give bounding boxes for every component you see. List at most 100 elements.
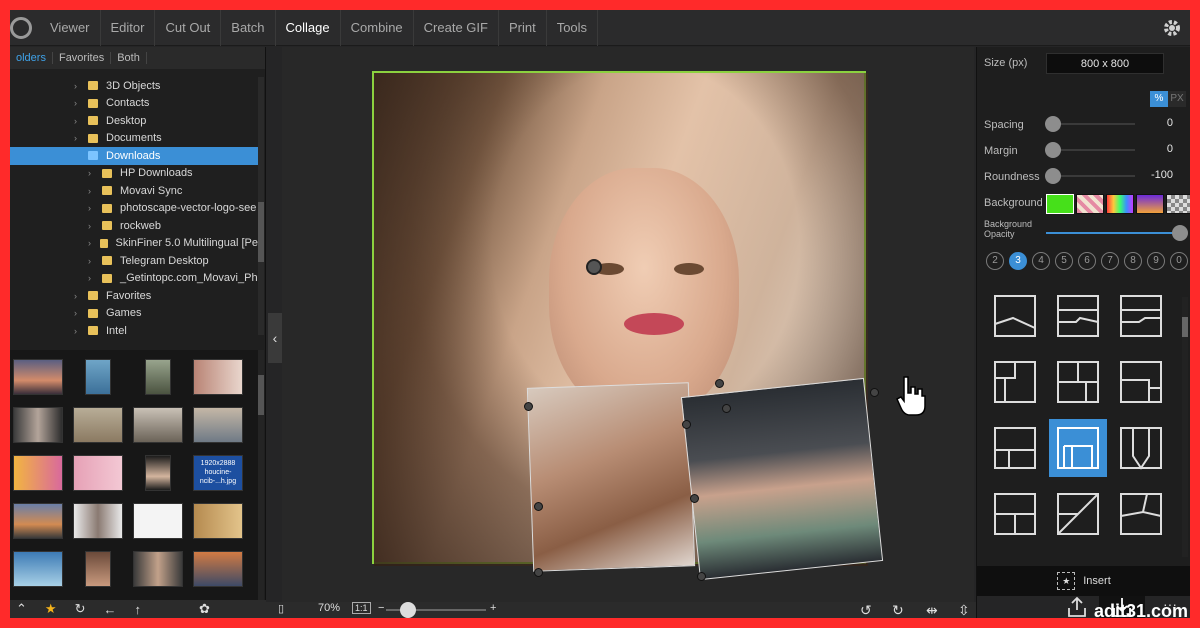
thumbnail[interactable] [10, 402, 66, 448]
menu-editor[interactable]: Editor [101, 10, 156, 46]
chevron-right-icon[interactable]: › [74, 133, 84, 143]
tree-item[interactable]: › Telegram Desktop [10, 252, 258, 270]
layout-option[interactable] [1049, 353, 1107, 411]
slider-knob[interactable] [1045, 168, 1061, 184]
thumbnail[interactable] [130, 450, 186, 496]
star-icon[interactable]: ★ [45, 601, 57, 617]
fit-screen-icon[interactable]: ▯ [278, 602, 284, 615]
layout-option[interactable] [986, 287, 1044, 345]
up-arrow-icon[interactable]: ⌃ [16, 601, 27, 617]
slider-knob[interactable] [1172, 225, 1188, 241]
tree-item[interactable]: › Documents [10, 130, 258, 148]
resize-handle[interactable] [690, 494, 699, 503]
unit-toggle[interactable]: % PX [1150, 91, 1186, 107]
resize-handle[interactable] [682, 420, 691, 429]
roundness-slider[interactable] [1045, 168, 1135, 184]
tree-item[interactable]: › rockweb [10, 217, 258, 235]
resize-handle[interactable] [722, 404, 731, 413]
thumbnail[interactable] [130, 354, 186, 400]
menu-collage[interactable]: Collage [276, 10, 341, 46]
scrollbar-thumb[interactable] [258, 202, 264, 262]
chevron-right-icon[interactable]: › [88, 203, 98, 213]
actual-size-button[interactable]: 1:1 [352, 602, 371, 614]
collage-photo-2[interactable] [526, 382, 696, 572]
photo-drag-handle[interactable] [586, 259, 602, 275]
thumbnail[interactable] [70, 354, 126, 400]
layout-option[interactable] [1112, 419, 1170, 477]
thumbnail-scrollbar[interactable] [258, 350, 264, 600]
chevron-right-icon[interactable]: › [74, 291, 84, 301]
collapse-panel-button[interactable]: ‹ [268, 313, 282, 363]
size-input[interactable]: 800 x 800 [1046, 53, 1164, 74]
spacing-slider[interactable] [1045, 116, 1135, 132]
insert-button[interactable]: ★ Insert [977, 566, 1190, 596]
swatch-rainbow[interactable] [1106, 194, 1134, 214]
tree-item[interactable]: › 3D Objects [10, 77, 258, 95]
thumbnail-selected[interactable]: 1920x2888 houcine- ncib-...h.jpg [190, 450, 246, 496]
tree-item[interactable]: › HP Downloads [10, 165, 258, 183]
resize-handle[interactable] [715, 379, 724, 388]
photo-count-8[interactable]: 8 [1124, 252, 1142, 270]
menu-combine[interactable]: Combine [341, 10, 414, 46]
upload-arrow-icon[interactable]: ↑ [134, 602, 141, 617]
rotate-left-icon[interactable]: ↺ [860, 602, 872, 618]
chevron-right-icon[interactable]: › [74, 81, 84, 91]
menu-cut-out[interactable]: Cut Out [155, 10, 222, 46]
tree-item[interactable]: › SkinFiner 5.0 Multilingual [Pe [10, 235, 258, 253]
menu-batch[interactable]: Batch [221, 10, 276, 46]
thumbnail[interactable] [10, 546, 66, 592]
layout-option[interactable] [1049, 485, 1107, 543]
slider-knob[interactable] [1045, 116, 1061, 132]
zoom-slider-knob[interactable] [400, 602, 416, 618]
layout-option[interactable] [986, 551, 1044, 555]
thumbnail[interactable] [190, 402, 246, 448]
tree-item[interactable]: › Contacts [10, 95, 258, 113]
layout-option[interactable] [1112, 353, 1170, 411]
tree-item[interactable]: › photoscape-vector-logo-see [10, 200, 258, 218]
thumbnail[interactable] [130, 546, 186, 592]
thumbnail[interactable] [70, 402, 126, 448]
resize-handle[interactable] [697, 572, 706, 581]
resize-handle[interactable] [870, 388, 879, 397]
menu-tools[interactable]: Tools [547, 10, 599, 46]
margin-value[interactable]: 0 [1137, 143, 1187, 159]
chevron-right-icon[interactable]: › [88, 221, 98, 231]
tree-item[interactable]: › Movavi Sync [10, 182, 258, 200]
thumbnail[interactable] [10, 354, 66, 400]
tab-both[interactable]: Both [111, 52, 147, 64]
tree-item[interactable]: › _Getintopc.com_Movavi_Ph [10, 270, 258, 288]
share-export-icon[interactable] [1059, 596, 1095, 618]
photo-count-3[interactable]: 3 [1009, 252, 1027, 270]
chevron-right-icon[interactable]: › [88, 273, 98, 283]
photo-count-7[interactable]: 7 [1101, 252, 1119, 270]
layout-option[interactable] [1049, 551, 1107, 555]
chevron-right-icon[interactable]: › [74, 308, 84, 318]
thumbnail[interactable] [190, 546, 246, 592]
photo-count-0[interactable]: 0 [1170, 252, 1188, 270]
layout-option[interactable] [986, 419, 1044, 477]
thumbnail[interactable] [190, 498, 246, 544]
photo-count-4[interactable]: 4 [1032, 252, 1050, 270]
tree-item[interactable]: › Favorites [10, 287, 258, 305]
resize-handle[interactable] [524, 402, 533, 411]
photo-count-2[interactable]: 2 [986, 252, 1004, 270]
chevron-right-icon[interactable]: › [74, 98, 84, 108]
photo-count-9[interactable]: 9 [1147, 252, 1165, 270]
resize-handle[interactable] [534, 502, 543, 511]
layout-option[interactable] [1112, 551, 1170, 555]
chevron-right-icon[interactable]: › [74, 116, 84, 126]
background-opacity-slider[interactable] [1046, 225, 1188, 241]
swatch-gradient[interactable] [1136, 194, 1164, 214]
resize-handle[interactable] [534, 568, 543, 577]
rotate-right-icon[interactable]: ↻ [892, 602, 904, 618]
chevron-right-icon[interactable]: › [88, 186, 98, 196]
thumbnail[interactable] [10, 498, 66, 544]
swatch-transparent[interactable] [1166, 194, 1190, 214]
layout-option[interactable] [986, 485, 1044, 543]
menu-viewer[interactable]: Viewer [40, 10, 101, 46]
chevron-right-icon[interactable]: › [88, 238, 96, 248]
tree-item[interactable]: › Games [10, 305, 258, 323]
scrollbar-thumb[interactable] [258, 375, 264, 415]
zoom-in-button[interactable]: + [490, 602, 496, 614]
tree-item[interactable]: › Desktop [10, 112, 258, 130]
